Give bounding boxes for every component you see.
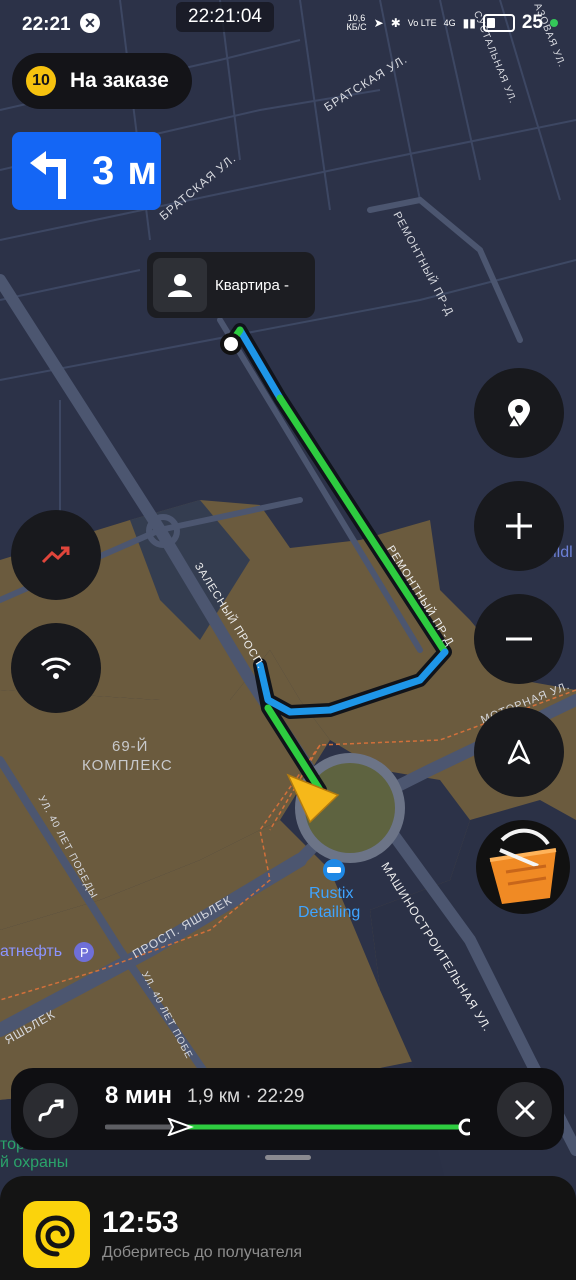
person-icon [153,258,207,312]
poi-label-rustix-1: Rustix [309,885,354,902]
poi-label-tatneft: атнефть [0,943,63,960]
battery-level: 25 [521,12,543,33]
basket-icon [489,828,557,904]
compass-button[interactable] [474,707,564,797]
delivery-time: 12:53 [102,1206,179,1239]
route-progress-bar [105,1118,470,1136]
navigation-arrow-icon [507,739,531,765]
district-label-line1: 69-Й [112,738,149,755]
order-status-pill[interactable]: 10 На заказе [12,53,192,109]
status-bar: 22:21 ✕ 22:21:04 10,6 КБ/С ➤ ✱ Vo LTE 4G… [0,0,576,46]
map-pin-warning-icon [506,399,530,428]
eta-minutes: 8 мин [105,1082,173,1109]
status-time: 22:21 [22,14,71,35]
traffic-button[interactable] [11,510,101,600]
net-speed: 10,6 КБ/С [346,13,367,32]
destination-marker [220,333,242,355]
order-badge: 10 [24,64,58,98]
zoom-in-button[interactable] [474,481,564,571]
dnd-icon: ✕ [80,13,100,33]
trend-up-icon [41,546,70,564]
zoom-out-button[interactable] [474,594,564,684]
clock-pill: 22:21:04 [176,2,274,32]
signal-icon: ▮▮ [462,16,476,30]
close-route-button[interactable] [497,1082,552,1137]
poi-label-okhrany-2: й охраны [0,1154,69,1171]
active-dot-icon [550,19,558,27]
progress-end-icon [458,1118,470,1136]
bluetooth-icon: ✱ [390,16,401,30]
maneuver-distance: 3 м [92,148,158,193]
location-icon: ➤ [373,16,384,30]
wifi-icon [40,657,72,679]
bottom-sheet[interactable]: 12:53 Доберитесь до получателя [0,1176,576,1280]
eta-details: 1,9 км · 22:29 [187,1086,305,1107]
district-label-line2: КОМПЛЕКС [82,757,173,774]
minus-icon [506,637,532,641]
svg-text:P: P [80,945,89,960]
destination-label: Квартира - [215,276,289,294]
report-event-button[interactable] [474,368,564,458]
turn-left-icon [30,151,66,199]
destination-tooltip[interactable]: Квартира - [147,252,315,318]
maneuver-panel[interactable]: 3 м [12,132,161,210]
progress-position-icon [167,1118,194,1136]
battery-icon [482,14,515,32]
network-icon: 4G [443,17,456,28]
close-icon [514,1099,535,1120]
plus-icon [506,513,532,539]
status-icons: 10,6 КБ/С ➤ ✱ Vo LTE 4G ▮▮ 25 [346,12,558,34]
order-status-label: На заказе [70,69,169,92]
basket-button[interactable] [476,820,570,914]
app-logo-icon [23,1201,90,1268]
poi-label-rustix-2: Detailing [298,904,361,921]
delivery-subtitle: Доберитесь до получателя [102,1244,303,1261]
eta-panel: 8 мин 1,9 км · 22:29 [11,1068,564,1150]
volte-icon: Vo LTE [407,17,437,28]
route-icon [38,1099,63,1121]
route-overview-button[interactable] [23,1083,78,1138]
gps-signal-button[interactable] [11,623,101,713]
sheet-drag-handle[interactable] [265,1155,311,1160]
